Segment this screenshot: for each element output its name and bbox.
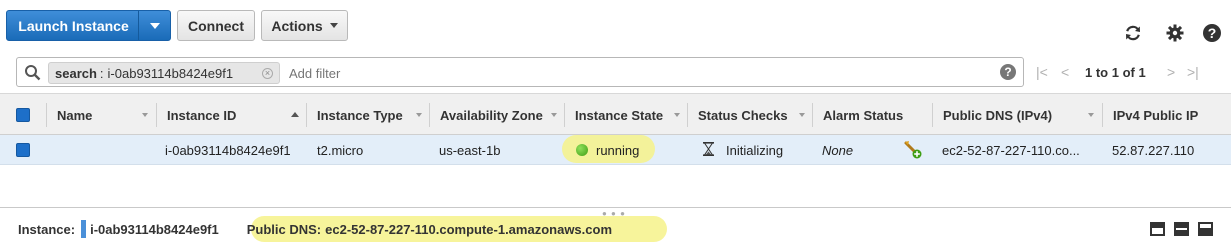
pagination-text: 1 to 1 of 1 bbox=[1085, 65, 1146, 80]
column-label: Public DNS (IPv4) bbox=[943, 107, 1053, 123]
public-dns-value: ec2-52-87-227-110.compute-1.amazonaws.co… bbox=[325, 221, 612, 237]
cell-instance-id: i-0ab93114b8424e9f1 bbox=[165, 142, 291, 158]
row-checkbox[interactable] bbox=[16, 143, 30, 157]
column-alarm-status[interactable]: Alarm Status bbox=[812, 94, 933, 136]
hourglass-icon bbox=[703, 141, 714, 159]
select-all-cell bbox=[0, 94, 47, 136]
svg-text:?: ? bbox=[1208, 25, 1217, 41]
launch-instance-dropdown[interactable] bbox=[138, 11, 170, 40]
column-instance-id[interactable]: Instance ID bbox=[156, 94, 307, 136]
column-public-ip[interactable]: IPv4 Public IP bbox=[1102, 94, 1231, 136]
alarm-status-text: None bbox=[822, 142, 854, 158]
actions-button[interactable]: Actions bbox=[261, 10, 348, 41]
column-label: Availability Zone bbox=[440, 107, 543, 123]
first-page-icon[interactable]: |< bbox=[1036, 63, 1048, 81]
instance-details-bar: Instance: i-0ab93114b8424e9f1 Public DNS… bbox=[0, 216, 1231, 242]
column-label: Status Checks bbox=[698, 107, 788, 123]
close-icon[interactable]: × bbox=[262, 68, 273, 79]
create-alarm-icon[interactable] bbox=[903, 135, 925, 165]
instance-label: Instance: bbox=[18, 221, 76, 237]
instance-id-value: i-0ab93114b8424e9f1 bbox=[90, 221, 219, 237]
help-icon[interactable]: ? bbox=[1201, 22, 1223, 44]
column-label: Alarm Status bbox=[823, 107, 904, 123]
column-label: Instance Type bbox=[317, 107, 403, 123]
table-row[interactable]: i-0ab93114b8424e9f1 t2.micro us-east-1b … bbox=[0, 135, 1231, 165]
cell-instance-state: running bbox=[564, 135, 687, 165]
cell-public-dns: ec2-52-87-227-110.co... bbox=[942, 142, 1080, 158]
column-status-checks[interactable]: Status Checks bbox=[687, 94, 813, 136]
selection-marker bbox=[81, 220, 87, 238]
column-instance-state[interactable]: Instance State bbox=[564, 94, 688, 136]
launch-instance-label: Launch Instance bbox=[18, 17, 129, 34]
sort-asc-icon bbox=[291, 112, 299, 117]
chevron-down-icon bbox=[149, 22, 160, 29]
running-status-icon bbox=[576, 144, 588, 156]
row-select-cell bbox=[0, 135, 46, 165]
select-all-checkbox[interactable] bbox=[16, 108, 30, 122]
connect-label: Connect bbox=[188, 17, 244, 34]
column-label: Instance ID bbox=[167, 107, 237, 123]
cell-status-checks: Initializing bbox=[687, 135, 812, 165]
pane-divider[interactable] bbox=[0, 207, 1231, 208]
next-page-icon[interactable]: > bbox=[1167, 63, 1175, 81]
refresh-icon[interactable] bbox=[1122, 22, 1144, 44]
cell-availability-zone: us-east-1b bbox=[439, 142, 501, 158]
cell-name bbox=[46, 135, 156, 165]
layout-split-half-icon[interactable] bbox=[1174, 222, 1189, 236]
column-name[interactable]: Name bbox=[46, 94, 157, 136]
column-public-dns[interactable]: Public DNS (IPv4) bbox=[932, 94, 1103, 136]
cell-instance-type: t2.micro bbox=[317, 142, 364, 158]
filter-token-value: i-0ab93114b8424e9f1 bbox=[107, 65, 234, 81]
connect-button[interactable]: Connect bbox=[177, 10, 255, 41]
filter-help-icon[interactable]: ? bbox=[1000, 64, 1016, 80]
gear-icon[interactable] bbox=[1164, 22, 1186, 44]
column-label: Instance State bbox=[575, 107, 664, 123]
layout-split-icon[interactable] bbox=[1150, 222, 1165, 236]
public-dns-label: Public DNS: bbox=[246, 221, 322, 237]
column-instance-type[interactable]: Instance Type bbox=[306, 94, 430, 136]
column-label: Name bbox=[57, 107, 93, 123]
search-icon bbox=[24, 64, 41, 84]
add-filter-input[interactable] bbox=[287, 65, 687, 82]
actions-label: Actions bbox=[271, 17, 323, 34]
layout-split-bottom-icon[interactable] bbox=[1198, 222, 1213, 236]
table-header: Name Instance ID Instance Type Availabil… bbox=[0, 93, 1231, 135]
filter-token-key: search bbox=[55, 65, 97, 81]
chevron-down-icon bbox=[329, 23, 338, 28]
filter-token[interactable]: search : i-0ab93114b8424e9f1 × bbox=[48, 62, 280, 84]
last-page-icon[interactable]: >| bbox=[1187, 63, 1199, 81]
cell-public-ip: 52.87.227.110 bbox=[1112, 142, 1195, 158]
launch-instance-button[interactable]: Launch Instance bbox=[6, 10, 171, 41]
prev-page-icon[interactable]: < bbox=[1061, 63, 1069, 81]
status-checks-text: Initializing bbox=[726, 142, 784, 158]
column-availability-zone[interactable]: Availability Zone bbox=[429, 94, 565, 136]
column-label: IPv4 Public IP bbox=[1113, 107, 1199, 123]
filter-bar[interactable]: search : i-0ab93114b8424e9f1 × ? bbox=[16, 57, 1024, 87]
filter-token-separator: : bbox=[99, 65, 104, 81]
instance-state-text: running bbox=[596, 142, 640, 158]
